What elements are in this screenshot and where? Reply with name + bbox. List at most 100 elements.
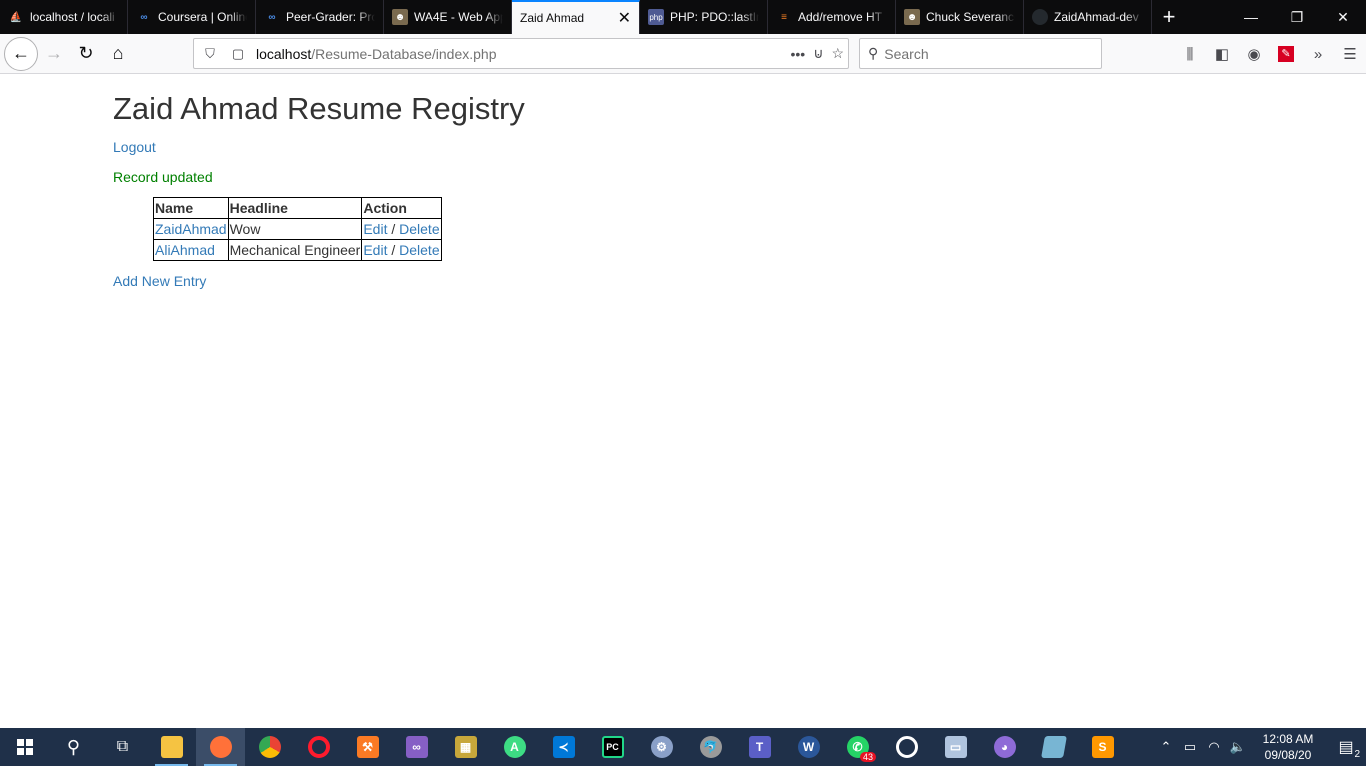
overflow-chevron-icon[interactable]: »	[1302, 38, 1334, 70]
page-info-icon[interactable]: ▢	[226, 42, 250, 66]
delete-link[interactable]: Delete	[399, 221, 439, 237]
forward-button[interactable]: →	[38, 38, 70, 70]
column-header-name: Name	[153, 197, 229, 219]
chrome-icon	[258, 736, 281, 758]
edit-link[interactable]: Edit	[363, 242, 387, 258]
taskbar-app[interactable]: ◕	[980, 728, 1029, 766]
taskbar-app[interactable]: ⚒	[343, 728, 392, 766]
taskbar-app[interactable]: ⚙	[637, 728, 686, 766]
taskbar-app[interactable]	[294, 728, 343, 766]
search-icon: ⚲	[868, 45, 879, 61]
profile-link[interactable]: AliAhmad	[155, 242, 215, 258]
table-header-row: Name Headline Action	[153, 197, 442, 219]
tab-github[interactable]: ZaidAhmad-dev	[1024, 0, 1152, 34]
reload-button[interactable]: ↻	[70, 38, 102, 70]
account-icon[interactable]: ◉	[1238, 38, 1270, 70]
profile-link[interactable]: ZaidAhmad	[155, 221, 227, 237]
coursera-icon: ∞	[268, 11, 276, 23]
tab-coursera[interactable]: ∞ Coursera | Online	[128, 0, 256, 34]
action-center-button[interactable]: ▤ 2	[1326, 728, 1366, 766]
volume-icon[interactable]: 🔈	[1226, 728, 1250, 766]
library-icon[interactable]: ⫼	[1174, 38, 1206, 70]
pocket-icon[interactable]: ⊍	[813, 45, 823, 62]
tab-peer-grader[interactable]: ∞ Peer-Grader: Pro	[256, 0, 384, 34]
tab-title: localhost / locali	[30, 10, 115, 24]
minimize-button[interactable]: —	[1228, 0, 1274, 34]
home-button[interactable]: ⌂	[102, 38, 134, 70]
name-cell: ZaidAhmad	[153, 218, 229, 240]
bookmark-star-icon[interactable]: ☆	[831, 45, 844, 62]
page-actions-icon[interactable]: •••	[790, 46, 805, 62]
tab-stackoverflow[interactable]: ≡ Add/remove HT	[768, 0, 896, 34]
flash-message: Record updated	[113, 169, 213, 185]
taskbar-search-button[interactable]: ⚲	[49, 728, 98, 766]
taskbar-app[interactable]	[1029, 728, 1078, 766]
tab-chuck-severance[interactable]: ☻ Chuck Severance	[896, 0, 1024, 34]
taskbar-app[interactable]: S	[1078, 728, 1127, 766]
task-view-icon: ⧉	[116, 738, 129, 755]
vscode-icon: ≺	[552, 736, 575, 758]
taskbar-app[interactable]	[147, 728, 196, 766]
tab-title: PHP: PDO::lastIn	[670, 10, 759, 24]
taskbar-app[interactable]: ∞	[392, 728, 441, 766]
sidebar-icon[interactable]: ◧	[1206, 38, 1238, 70]
tab-title: Add/remove HT	[798, 10, 883, 24]
taskbar-app[interactable]: ≺	[539, 728, 588, 766]
taskbar-app[interactable]: ✆ 43	[833, 728, 882, 766]
hamburger-menu-icon[interactable]: ☰	[1334, 38, 1366, 70]
new-tab-button[interactable]: +	[1152, 0, 1186, 34]
url-host: localhost	[256, 45, 312, 62]
edit-link[interactable]: Edit	[363, 221, 387, 237]
tab-phpmyadmin[interactable]: ⛵ localhost / locali	[0, 0, 128, 34]
task-view-button[interactable]: ⧉	[98, 728, 147, 766]
php-icon: php	[648, 9, 664, 25]
taskbar-app[interactable]: W	[784, 728, 833, 766]
taskbar-app[interactable]: PC	[588, 728, 637, 766]
back-button[interactable]: ←	[4, 36, 38, 71]
action-cell: Edit / Delete	[361, 218, 442, 240]
url-bar[interactable]: ⛉ ▢ localhost/Resume-Database/index.php …	[193, 38, 849, 69]
logout-link[interactable]: Logout	[113, 139, 156, 155]
taskbar-app[interactable]	[196, 728, 245, 766]
battery-icon[interactable]: ▭	[1178, 728, 1202, 766]
tab-php-pdo[interactable]: php PHP: PDO::lastIn	[640, 0, 768, 34]
table-row: AliAhmad Mechanical Engineer Edit / Dele…	[153, 239, 442, 261]
close-window-button[interactable]: ✕	[1320, 0, 1366, 34]
search-placeholder: Search	[884, 45, 929, 62]
phpmyadmin-icon: ⛵	[9, 11, 23, 23]
taskbar-app[interactable]: 🐬	[686, 728, 735, 766]
tab-wa4e[interactable]: ☻ WA4E - Web App	[384, 0, 512, 34]
system-tray: ⌃ ▭ ◠ 🔈 12:08 AM 09/08/20 ▤ 2	[1154, 728, 1366, 766]
system-clock[interactable]: 12:08 AM 09/08/20	[1250, 731, 1326, 763]
close-tab-icon[interactable]: ✕	[618, 8, 631, 28]
search-bar[interactable]: ⚲ Search	[859, 38, 1102, 69]
home-icon: ⌂	[112, 43, 124, 63]
maximize-button[interactable]: ❐	[1274, 0, 1320, 34]
delete-link[interactable]: Delete	[399, 242, 439, 258]
search-icon: ⚲	[66, 736, 81, 757]
shield-icon[interactable]: ⛉	[198, 42, 222, 66]
url-path: /Resume-Database/index.php	[311, 45, 497, 62]
extension-icon[interactable]: ✎	[1270, 38, 1302, 70]
coursera-icon: ∞	[140, 11, 148, 23]
page-content: Zaid Ahmad Resume Registry Logout Record…	[0, 75, 1366, 728]
chevron-up-icon[interactable]: ⌃	[1154, 728, 1178, 766]
taskbar-app[interactable]	[882, 728, 931, 766]
xampp-icon: ⚒	[356, 736, 379, 758]
taskbar-app[interactable]: ▭	[931, 728, 980, 766]
taskbar-app[interactable]: ▦	[441, 728, 490, 766]
notification-count: 2	[1354, 749, 1360, 760]
add-new-entry-link[interactable]: Add New Entry	[113, 273, 206, 289]
tab-title: Coursera | Online	[158, 10, 247, 24]
start-button[interactable]	[0, 728, 49, 766]
navigation-toolbar: ← → ↻ ⌂ ⛉ ▢ localhost/Resume-Database/in…	[0, 34, 1366, 74]
android-studio-icon: A	[503, 736, 526, 758]
tab-zaid-ahmad[interactable]: Zaid Ahmad ✕	[512, 0, 640, 34]
browser-tools: ⫼ ◧ ◉ ✎ » ☰	[1174, 34, 1366, 74]
taskbar-app[interactable]: A	[490, 728, 539, 766]
tab-title: Peer-Grader: Pro	[286, 10, 375, 24]
wifi-icon[interactable]: ◠	[1202, 728, 1226, 766]
taskbar-app[interactable]	[245, 728, 294, 766]
action-separator: /	[387, 241, 400, 258]
taskbar-app[interactable]: T	[735, 728, 784, 766]
